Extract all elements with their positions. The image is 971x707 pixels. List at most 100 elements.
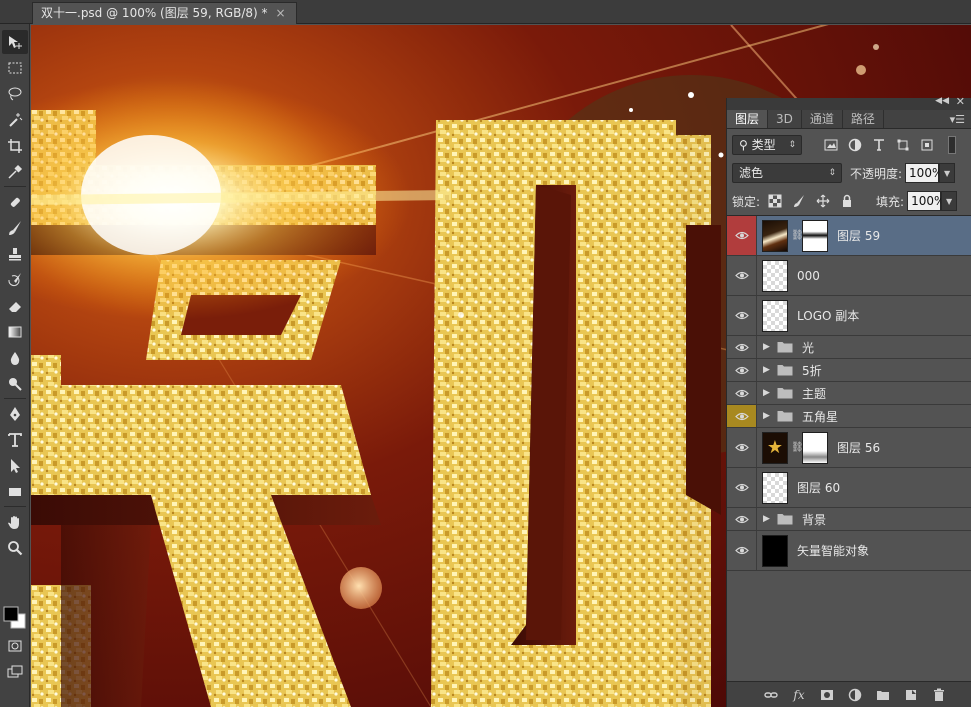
crop-tool[interactable] [2,134,28,158]
color-swatches[interactable] [2,604,28,634]
filter-adjustment-icon[interactable] [846,136,864,154]
move-icon [9,36,22,49]
filter-toggle[interactable] [948,136,956,154]
visibility-toggle[interactable] [727,382,757,404]
visibility-toggle[interactable] [727,256,757,295]
quick-mask-button[interactable] [2,634,28,658]
history-brush-tool[interactable] [2,268,28,292]
layer-name: 5折 [802,363,822,378]
mask-icon[interactable] [819,687,835,703]
expand-triangle-icon[interactable]: ▶ [763,388,773,398]
fill-field[interactable]: 100% [907,191,945,211]
adjustment-icon[interactable] [847,687,863,703]
magic-wand-tool[interactable] [2,108,28,132]
layers-panel: ◀◀ ✕ 图层 3D 通道 路径 ▾☰ ⚲ 类型 ⇕ 滤色 ⇕ 不透明度: 10… [726,95,971,707]
collapse-icon[interactable]: ◀◀ [935,96,949,106]
link-icon[interactable] [763,687,779,703]
visibility-toggle[interactable] [727,428,757,467]
layer-row[interactable]: 图层 60 [727,468,971,508]
layer-thumbnail [762,299,788,332]
close-panel-icon[interactable]: ✕ [956,95,965,108]
visibility-toggle[interactable] [727,468,757,507]
dodge-tool[interactable] [2,372,28,396]
expand-triangle-icon[interactable]: ▶ [763,365,773,375]
layer-group-row[interactable]: ▶ 主题 [727,382,971,405]
layer-group-row[interactable]: ▶ 背景 [727,508,971,531]
brush-tool[interactable] [2,216,28,240]
layer-row[interactable]: 矢量智能对象 [727,531,971,571]
expand-triangle-icon[interactable]: ▶ [763,342,773,352]
tab-layers[interactable]: 图层 [727,110,769,128]
lock-pixels-icon[interactable] [790,192,808,210]
magic-wand-icon [9,113,23,127]
layer-row[interactable]: LOGO 副本 [727,296,971,336]
fill-dropdown-icon[interactable]: ▼ [941,191,958,211]
chain-link-icon[interactable]: ⛓ [791,441,804,455]
layer-group-folder [777,410,793,422]
layer-mask-thumbnail[interactable] [802,431,828,464]
visibility-toggle[interactable] [727,296,757,335]
eraser-tool[interactable] [2,294,28,318]
type-tool[interactable] [2,428,28,452]
layer-row[interactable]: ⛓ 图层 59 [727,216,971,256]
visibility-toggle[interactable] [727,531,757,570]
move-tool[interactable] [2,30,28,54]
expand-triangle-icon[interactable]: ▶ [763,514,773,524]
layer-group-row[interactable]: ▶ 光 [727,336,971,359]
foreground-color-swatch[interactable] [3,606,19,622]
panel-menu-icon[interactable]: ▾☰ [950,110,965,129]
eye-icon [734,483,749,492]
lock-transparent-icon[interactable] [766,192,784,210]
folder-icon[interactable] [875,687,891,703]
pen-icon [10,407,20,421]
layer-row[interactable]: 000 [727,256,971,296]
opacity-field[interactable]: 100% [905,163,943,183]
filter-smart-object-icon[interactable] [918,136,936,154]
layer-name: 矢量智能对象 [797,544,870,558]
blend-mode-select[interactable]: 滤色 ⇕ [732,163,842,183]
path-selection-tool[interactable] [2,454,28,478]
layer-group-row[interactable]: ▶ 5折 [727,359,971,382]
tab-paths[interactable]: 路径 [843,110,884,128]
layer-thumbnail [762,534,788,567]
document-tab-title: 双十一.psd @ 100% (图层 59, RGB/8) * [41,6,268,20]
visibility-toggle[interactable] [727,405,757,427]
hand-tool[interactable] [2,510,28,534]
tab-3d[interactable]: 3D [768,110,802,128]
visibility-toggle[interactable] [727,336,757,358]
layer-group-row[interactable]: ▶ 五角星 [727,405,971,428]
visibility-toggle[interactable] [727,359,757,381]
tab-channels[interactable]: 通道 [802,110,843,128]
eyedropper-tool[interactable] [2,160,28,184]
rectangle-tool[interactable] [2,480,28,504]
pen-tool[interactable] [2,402,28,426]
layers-panel-footer: fx [727,681,971,707]
filter-kind-select[interactable]: ⚲ 类型 ⇕ [732,135,802,155]
layer-mask-thumbnail[interactable] [802,219,828,252]
visibility-toggle[interactable] [727,216,757,255]
close-icon[interactable]: × [276,3,286,24]
lasso-tool[interactable] [2,82,28,106]
opacity-dropdown-icon[interactable]: ▼ [939,163,956,183]
gradient-tool[interactable] [2,320,28,344]
trash-icon[interactable] [931,687,947,703]
marquee-tool[interactable] [2,56,28,80]
new-layer-icon[interactable] [903,687,919,703]
layer-row[interactable]: ★ ⛓ 图层 56 [727,428,971,468]
filter-pixel-icon[interactable] [822,136,840,154]
chain-link-icon[interactable]: ⛓ [791,229,804,243]
healing-brush-tool[interactable] [2,190,28,214]
document-tab[interactable]: 双十一.psd @ 100% (图层 59, RGB/8) * × [32,2,297,24]
document-tab-bar: 双十一.psd @ 100% (图层 59, RGB/8) * × [0,0,971,24]
filter-shape-icon[interactable] [894,136,912,154]
filter-type-icon[interactable] [870,136,888,154]
blur-tool[interactable] [2,346,28,370]
screen-mode-button[interactable] [2,660,28,684]
fx-icon[interactable]: fx [791,687,807,703]
lock-all-icon[interactable] [838,192,856,210]
visibility-toggle[interactable] [727,508,757,530]
zoom-tool[interactable] [2,536,28,560]
lock-position-icon[interactable] [814,192,832,210]
expand-triangle-icon[interactable]: ▶ [763,411,773,421]
clone-stamp-tool[interactable] [2,242,28,266]
